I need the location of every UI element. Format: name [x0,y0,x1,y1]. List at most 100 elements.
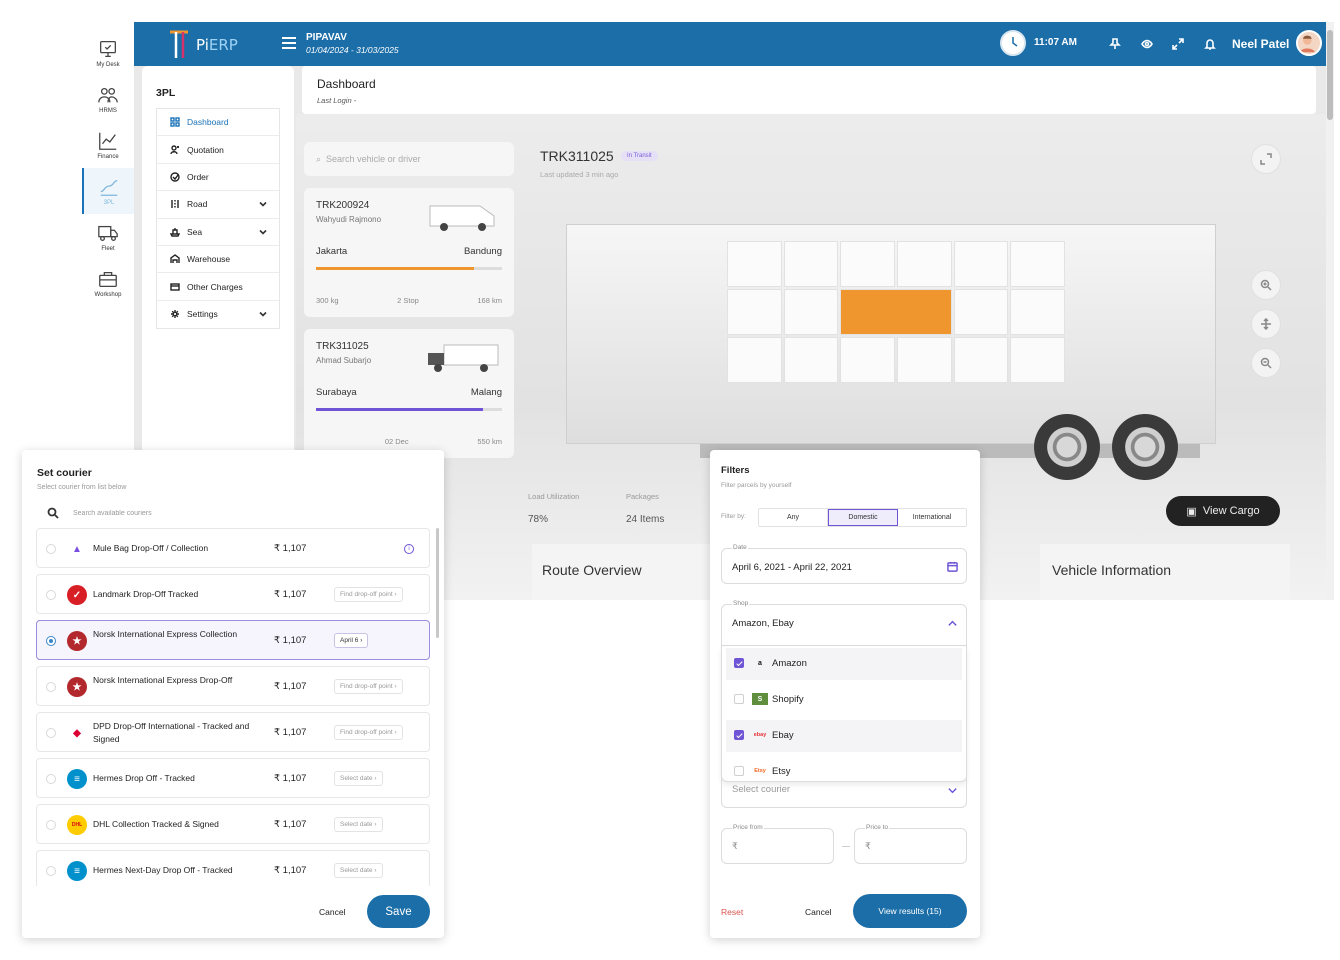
courier-list-scrollbar[interactable] [436,528,440,886]
courier-radio[interactable] [46,682,56,692]
page-scrollbar[interactable] [1326,22,1334,600]
courier-option[interactable]: ≡ Hermes Next-Day Drop Off - Tracked ₹ 1,1… [36,850,430,886]
submenu-item-road[interactable]: Road [157,191,279,219]
zoom-in-button[interactable] [1251,270,1281,300]
courier-radio[interactable] [46,544,56,554]
zoom-out-button[interactable] [1251,348,1281,378]
shop-option[interactable]: S Shopify [726,684,962,716]
courier-option[interactable]: ★ Norsk International Express Drop-Off ₹ 1… [36,666,430,706]
courier-option[interactable]: ✓ Landmark Drop-Off Tracked ₹ 1,107 Find dr… [36,574,430,614]
rail-label: Workshop [94,292,122,298]
submenu-item-quotation[interactable]: Quotation [157,136,279,164]
order-icon [169,171,181,183]
set-courier-dialog: Set courier Select courier from list bel… [22,450,444,938]
menu-toggle-button[interactable] [282,37,296,49]
shop-checkbox[interactable] [734,766,744,776]
shop-option[interactable]: a Amazon [726,648,962,680]
rail-item-hrms[interactable]: HRMS [82,76,134,122]
courier-action-button[interactable]: Find drop-off point › [334,725,403,740]
courier-radio[interactable] [46,866,56,876]
filter-by-label: Filter by: [721,513,746,520]
courier-search-input[interactable] [73,509,373,517]
courier-action-button[interactable]: Select date › [334,863,383,878]
submenu-item-warehouse[interactable]: Warehouse [157,246,279,274]
quotation-icon [169,144,181,156]
date-range-field[interactable]: Date April 6, 2021 - April 22, 2021 [721,544,967,584]
courier-option[interactable]: DHL DHL Collection Tracked & Signed ₹ 1,10… [36,804,430,844]
courier-price: ₹ 1,107 [274,773,307,784]
range-separator [842,846,850,847]
courier-option[interactable]: ▲ Mule Bag Drop-Off / Collection ₹ 1,107 i [36,528,430,568]
segment-international[interactable]: International [898,509,966,526]
wheel [1112,414,1178,480]
submenu-item-settings[interactable]: Settings [157,301,279,328]
submenu-item-other-charges[interactable]: Other Charges [157,273,279,301]
preview-button[interactable] [1136,33,1158,55]
shop-checkbox[interactable] [734,694,744,704]
top-bar: PiERP PIPAVAV 01/04/2024 - 31/03/2025 11… [134,22,1330,66]
submenu-item-dashboard[interactable]: Dashboard [157,109,279,137]
notifications-button[interactable] [1199,33,1221,55]
rail-item-3pl[interactable]: 3PL [82,168,134,214]
rail-item-fleet[interactable]: Fleet [82,214,134,260]
user-name[interactable]: Neel Patel [1232,37,1289,51]
shop-selected-value: Amazon, Ebay [732,618,794,629]
packages-label: Packages [626,492,659,501]
segment-domestic[interactable]: Domestic [828,509,898,526]
courier-select[interactable]: Select courier [721,776,967,808]
shop-checkbox[interactable] [734,658,744,668]
courier-radio[interactable] [46,590,56,600]
courier-action-button[interactable]: Select date › [334,817,383,832]
cancel-button[interactable]: Cancel [805,907,831,917]
fullscreen-button[interactable] [1167,33,1189,55]
rail-item-workshop[interactable]: Workshop [82,260,134,306]
courier-action-button[interactable]: Find drop-off point › [334,679,403,694]
vehicle-search[interactable]: ⌕ Search vehicle or driver [304,142,514,176]
selected-cargo-slot[interactable] [840,289,952,335]
courier-action-button[interactable]: Select date › [334,771,383,786]
courier-radio[interactable] [46,636,56,646]
view-results-button[interactable]: View results (15) [853,894,967,928]
courier-option[interactable]: ◆ DPD Drop-Off International - Tracked an… [36,712,430,752]
pin-button[interactable] [1104,33,1126,55]
courier-radio[interactable] [46,820,56,830]
cancel-button[interactable]: Cancel [319,907,345,917]
route-overview-title: Route Overview [542,562,642,578]
rail-item-finance[interactable]: Finance [82,122,134,168]
courier-radio[interactable] [46,728,56,738]
vehicle-card[interactable]: TRK311025 Ahmad Subarjo Surabaya Malang 0… [304,329,514,458]
shop-select[interactable]: Shop Amazon, Ebay [721,600,967,646]
submenu-item-order[interactable]: Order [157,164,279,192]
price-from-field[interactable]: Price from ₹ [721,824,834,864]
courier-logo-icon: ▲ [67,539,87,559]
shop-logo-icon: ebay [753,732,767,738]
reset-button[interactable]: Reset [721,907,743,917]
save-button[interactable]: Save [367,895,430,928]
organization-info[interactable]: PIPAVAV 01/04/2024 - 31/03/2025 [306,32,399,55]
courier-action-button[interactable]: April 6 › [334,633,369,648]
price-to-field[interactable]: Price to ₹ [854,824,967,864]
shop-checkbox[interactable] [734,730,744,740]
rail-item-my-desk[interactable]: My Desk [82,30,134,76]
avatar[interactable] [1296,30,1322,56]
submenu-item-label: Sea [187,226,203,237]
expand-view-button[interactable] [1251,144,1281,174]
segment-any[interactable]: Any [759,509,828,526]
vehicle-card[interactable]: TRK200924 Wahyudi Rajmono Jakarta Bandung… [304,188,514,317]
rail-label: My Desk [96,62,120,68]
expand-icon [1172,38,1184,50]
last-updated: Last updated 3 min ago [540,170,619,179]
courier-option[interactable]: ≡ Hermes Drop Off - Tracked ₹ 1,107 Select … [36,758,430,798]
courier-action-button[interactable]: Find drop-off point › [334,587,403,602]
pan-button[interactable] [1251,309,1281,339]
submenu-item-sea[interactable]: Sea [157,219,279,246]
chevron-down-icon [948,788,957,794]
view-cargo-button[interactable]: ▣ View Cargo [1166,496,1280,526]
courier-option[interactable]: ★ Norsk International Express Collection ₹… [36,620,430,660]
info-icon[interactable]: i [404,544,414,554]
submenu-title: 3PL [156,87,176,99]
shop-option[interactable]: ebay Ebay [726,720,962,752]
courier-price: ₹ 1,107 [274,543,307,554]
app-logo[interactable]: PiERP [168,28,248,60]
courier-radio[interactable] [46,774,56,784]
